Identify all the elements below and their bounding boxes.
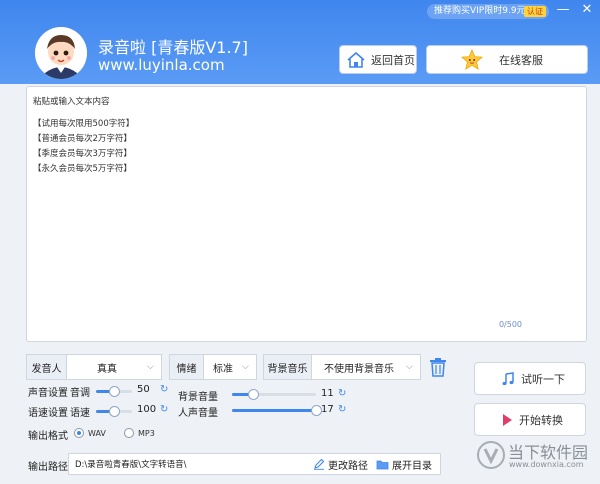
online-service-label: 在线客服 (499, 53, 543, 67)
pitch-label: 音调 (70, 388, 90, 399)
limit-note: 【永久会员每次5万字符】 (33, 164, 132, 174)
pitch-slider[interactable] (96, 386, 132, 397)
star-mascot-icon (461, 48, 483, 70)
speed-slider-handle[interactable] (109, 406, 120, 417)
mood-label: 情绪 (170, 355, 204, 379)
voice-value: 真真 (97, 363, 117, 375)
site-watermark: 当下软件园 www.downxia.com (474, 436, 592, 480)
app-title: 录音啦 [青春版V1.7] (98, 38, 248, 57)
voice-label: 发音人 (27, 355, 67, 379)
title-bar: 推荐购买VIP限时9.9元 认证 — ✕ 录音啦 [青春版V1.7] www.l… (0, 0, 600, 84)
sound-settings-label: 声音设置 (28, 388, 68, 399)
start-convert-label: 开始转换 (519, 413, 563, 427)
mood-value: 标准 (213, 363, 233, 375)
bg-volume-reset-icon[interactable]: ↻ (338, 388, 346, 399)
watermark-url: www.downxia.com (509, 460, 584, 469)
online-service-button[interactable]: 在线客服 (426, 45, 588, 74)
output-path-value: D:\录音啦青春版\文字转语音\ (75, 460, 187, 470)
app-url: www.luyinla.com (98, 56, 225, 74)
voice-select[interactable]: 发音人 真真 ⌵ (26, 354, 162, 380)
folder-icon (376, 460, 389, 469)
bg-volume-slider[interactable] (232, 389, 316, 400)
vip-promo-badge: 认证 (524, 6, 546, 17)
vip-promo-text: 推荐购买VIP限时9.9元 (434, 6, 526, 16)
home-button-label: 返回首页 (371, 53, 415, 67)
output-path-label: 输出路径 (28, 462, 68, 473)
background-music-value: 不使用背景音乐 (324, 363, 394, 375)
chevron-down-icon: ⌵ (147, 362, 154, 372)
limit-note: 【普通会员每次2万字符】 (33, 134, 132, 144)
character-counter: 0/500 (498, 320, 522, 329)
vip-promo-banner[interactable]: 推荐购买VIP限时9.9元 认证 (427, 4, 549, 19)
format-mp3-radio[interactable] (124, 428, 134, 438)
change-path-button[interactable]: 更改路径 (313, 457, 368, 472)
voice-volume-slider-fill (232, 409, 316, 412)
preview-listen-label: 试听一下 (521, 372, 565, 386)
mood-select[interactable]: 情绪 标准 ⌵ (169, 354, 257, 380)
open-folder-button[interactable]: 展开目录 (376, 457, 432, 472)
speed-value: 100 (137, 404, 157, 415)
voice-volume-value: 17 (321, 404, 334, 415)
voice-volume-slider[interactable] (232, 405, 322, 416)
bg-volume-label: 背景音量 (178, 392, 218, 403)
home-button[interactable]: 返回首页 (339, 45, 417, 74)
close-button[interactable]: ✕ (578, 2, 596, 18)
bg-volume-value: 11 (321, 388, 334, 399)
music-note-icon (502, 371, 514, 385)
pitch-slider-handle[interactable] (109, 386, 120, 397)
speed-settings-label: 语速设置 (28, 408, 68, 419)
edit-pen-icon (314, 458, 325, 470)
voice-volume-reset-icon[interactable]: ↻ (338, 404, 346, 415)
home-icon (347, 51, 365, 68)
speed-reset-icon[interactable]: ↻ (160, 404, 168, 415)
format-mp3-label: MP3 (138, 429, 155, 438)
chevron-down-icon: ⌵ (242, 362, 249, 372)
background-music-select[interactable]: 背景音乐 不使用背景音乐 ⌵ (263, 354, 421, 380)
chevron-down-icon: ⌵ (406, 362, 413, 372)
start-convert-button[interactable]: 开始转换 (474, 403, 586, 436)
minimize-button[interactable]: — (554, 2, 572, 18)
voice-volume-label: 人声音量 (178, 408, 218, 419)
cartoon-avatar-icon (35, 27, 87, 79)
output-format-label: 输出格式 (28, 431, 68, 442)
bg-volume-slider-handle[interactable] (248, 389, 259, 400)
clear-text-button[interactable] (429, 357, 447, 380)
format-wav-radio[interactable] (74, 428, 84, 438)
change-path-label: 更改路径 (328, 460, 368, 472)
watermark-logo-icon (477, 441, 505, 469)
pitch-reset-icon[interactable]: ↻ (160, 384, 168, 395)
limit-note: 【试用每次限用500字符】 (33, 119, 135, 129)
app-logo-avatar (35, 27, 87, 79)
limit-note: 【季度会员每次3万字符】 (33, 149, 132, 159)
play-icon (503, 413, 512, 426)
text-input-area[interactable]: 粘贴或输入文本内容 【试用每次限用500字符】 【普通会员每次2万字符】 【季度… (26, 86, 587, 342)
speed-slider[interactable] (96, 406, 132, 417)
text-placeholder: 粘贴或输入文本内容 (33, 97, 110, 107)
format-wav-label: WAV (88, 429, 106, 438)
speed-label: 语速 (70, 408, 90, 419)
open-folder-label: 展开目录 (392, 460, 432, 472)
pitch-value: 50 (137, 384, 150, 395)
background-music-label: 背景音乐 (264, 355, 312, 379)
preview-listen-button[interactable]: 试听一下 (474, 362, 586, 395)
output-path-field[interactable]: D:\录音啦青春版\文字转语音\ 更改路径 展开目录 (68, 453, 441, 475)
trash-icon (430, 358, 446, 377)
